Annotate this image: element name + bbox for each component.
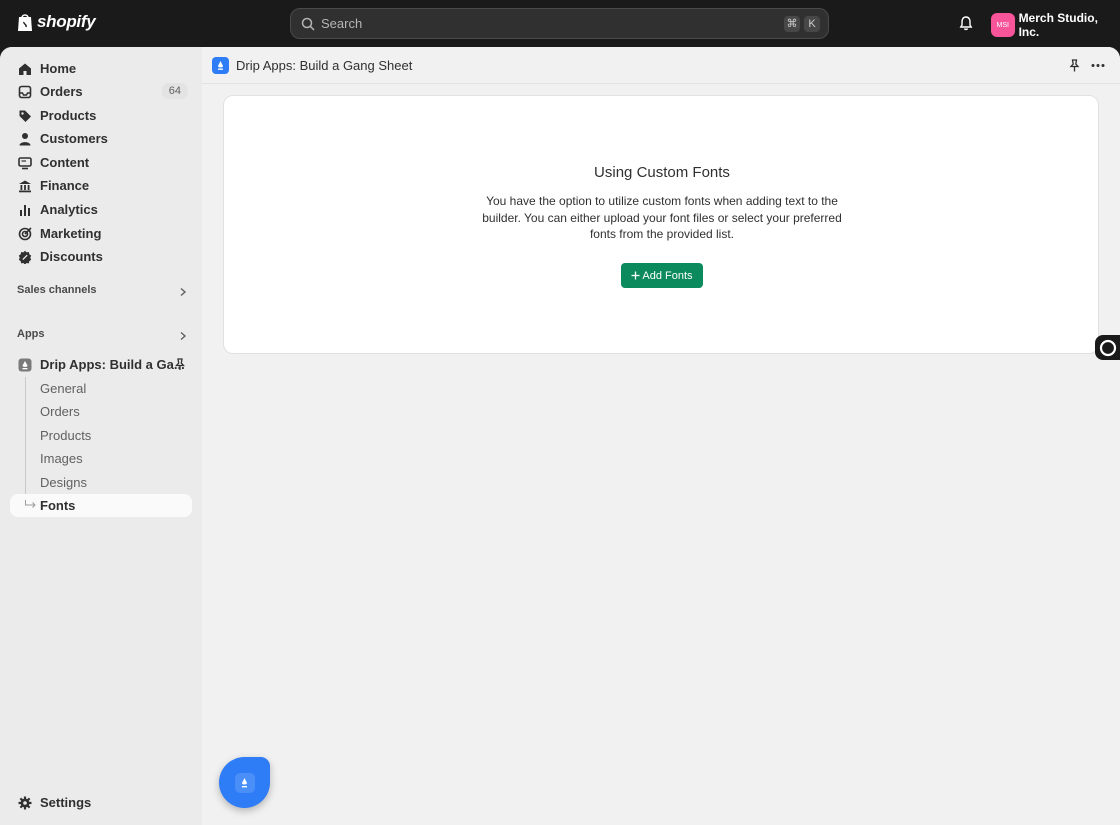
app-title: Drip Apps: Build a Gang Sheet: [236, 58, 413, 73]
sidebar-item-content[interactable]: Content: [10, 151, 192, 174]
shopping-bag-icon: [18, 14, 32, 31]
avatar: MSI: [991, 13, 1015, 37]
sidebar-item-label: Analytics: [40, 202, 98, 217]
sidebar-item-customers[interactable]: Customers: [10, 127, 192, 150]
pin-icon[interactable]: [1068, 59, 1081, 72]
sidebar-item-label: Home: [40, 61, 77, 76]
pin-icon[interactable]: [174, 358, 186, 371]
card-title: Using Custom Fonts: [594, 164, 730, 181]
home-icon: [18, 62, 32, 76]
bar-chart-icon: [18, 203, 32, 217]
ring-icon: [1099, 339, 1116, 356]
store-name: Merch Studio, Inc.: [1018, 11, 1098, 39]
sidebar: Home Orders 64 Products Customers Conten…: [0, 47, 202, 825]
plus-icon: [631, 271, 640, 280]
sidebar-item-label: Drip Apps: Build a Ga...: [40, 357, 185, 372]
shortcut-key-cmd: ⌘: [784, 15, 800, 32]
inbox-icon: [18, 85, 32, 99]
gear-icon: [18, 796, 32, 810]
sidebar-subitem-images[interactable]: Images: [10, 447, 192, 470]
sidebar-item-finance[interactable]: Finance: [10, 174, 192, 197]
chevron-right-icon[interactable]: [178, 331, 188, 341]
custom-fonts-card: Using Custom Fonts You have the option t…: [223, 95, 1099, 354]
sidebar-item-home[interactable]: Home: [10, 57, 192, 80]
sidebar-subitem-designs[interactable]: Designs: [10, 471, 192, 494]
sidebar-item-drip-apps[interactable]: Drip Apps: Build a Ga...: [10, 353, 192, 376]
sidebar-subitem-orders[interactable]: Orders: [10, 400, 192, 423]
sidebar-item-label: Orders: [40, 84, 83, 99]
search-shortcut: ⌘ K: [780, 15, 820, 32]
sidebar-item-label: Finance: [40, 178, 90, 193]
bank-icon: [18, 179, 32, 193]
discount-icon: [18, 250, 32, 264]
add-fonts-label: Add Fonts: [642, 269, 693, 282]
brand-wordmark: shopify: [37, 12, 96, 31]
store-menu[interactable]: MSI Merch Studio, Inc.: [991, 11, 1120, 39]
add-fonts-button[interactable]: Add Fonts: [621, 263, 703, 288]
admin-shell: Home Orders 64 Products Customers Conten…: [0, 47, 1120, 825]
search-bar[interactable]: Search ⌘ K: [290, 8, 829, 39]
sidebar-item-marketing[interactable]: Marketing: [10, 222, 192, 245]
sidebar-item-orders[interactable]: Orders 64: [10, 80, 192, 103]
bell-icon[interactable]: [958, 15, 974, 31]
sidebar-item-discounts[interactable]: Discounts: [10, 245, 192, 268]
sidebar-item-products[interactable]: Products: [10, 104, 192, 127]
sidebar-item-label: Settings: [40, 795, 92, 810]
target-icon: [18, 226, 32, 241]
person-icon: [18, 132, 32, 146]
shopify-logo[interactable]: shopify: [16, 12, 96, 32]
drip-app-launcher-button[interactable]: [219, 757, 270, 808]
sidebar-item-analytics[interactable]: Analytics: [10, 198, 192, 221]
support-widget-tab[interactable]: [1095, 335, 1120, 360]
drip-app-icon: [18, 358, 32, 372]
main-content: Drip Apps: Build a Gang Sheet Using Cust…: [202, 47, 1120, 825]
search-placeholder: Search: [321, 16, 363, 31]
sidebar-item-label: Customers: [40, 131, 108, 146]
chevron-right-icon[interactable]: [178, 287, 188, 297]
apps-heading[interactable]: Apps: [17, 328, 45, 340]
orders-count-badge: 64: [161, 83, 188, 99]
sidebar-item-label: Products: [40, 108, 97, 123]
sidebar-subitem-products[interactable]: Products: [10, 424, 192, 447]
search-icon: [301, 17, 315, 31]
more-horizontal-icon[interactable]: [1090, 59, 1106, 72]
tree-arrow-icon: [25, 500, 36, 508]
monitor-icon: [18, 156, 32, 170]
sidebar-item-label: Discounts: [40, 249, 103, 264]
sidebar-subitem-fonts[interactable]: Fonts: [10, 494, 192, 517]
sidebar-item-label: Content: [40, 155, 90, 170]
sidebar-subitem-general[interactable]: General: [10, 377, 192, 400]
sidebar-item-settings[interactable]: Settings: [10, 791, 192, 814]
top-bar: shopify Search ⌘ K MSI Merch Studio, Inc…: [0, 0, 1120, 47]
app-title-bar: Drip Apps: Build a Gang Sheet: [202, 47, 1120, 84]
card-description: You have the option to utilize custom fo…: [482, 194, 842, 241]
shortcut-key-k: K: [804, 15, 820, 32]
sales-channels-heading[interactable]: Sales channels: [17, 284, 97, 296]
drip-app-icon: [234, 772, 255, 793]
sidebar-item-label: Marketing: [40, 226, 102, 241]
tag-icon: [18, 109, 32, 123]
drip-app-icon: [212, 57, 229, 74]
